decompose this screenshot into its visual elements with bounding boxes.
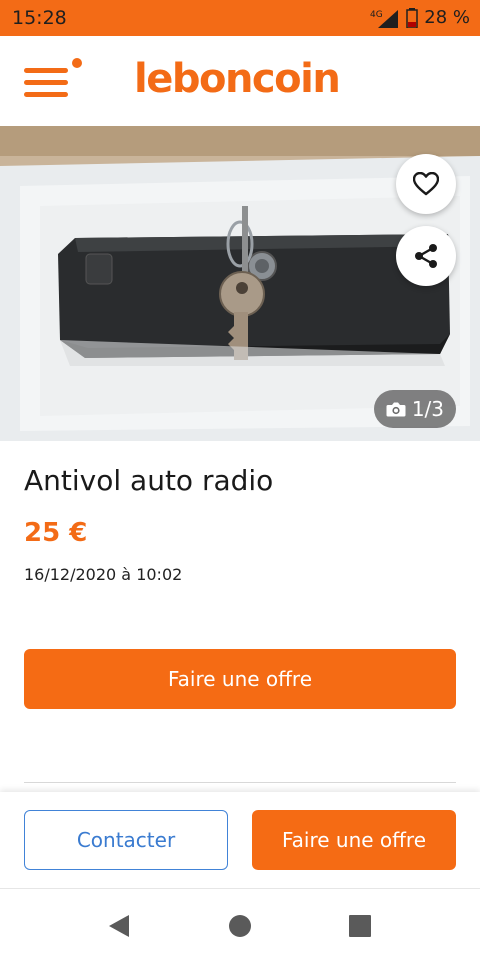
listing-title: Antivol auto radio: [24, 464, 274, 497]
photo-counter: 1/3: [373, 390, 456, 428]
photo-counter-text: 1/3: [411, 397, 444, 421]
system-navigation-bar: [0, 888, 480, 960]
status-indicators: 4G 28 %: [370, 7, 470, 28]
contact-button[interactable]: Contacter: [24, 810, 228, 870]
home-circle-icon[interactable]: [227, 913, 253, 939]
back-triangle-icon[interactable]: [107, 913, 133, 939]
leboncoin-logo[interactable]: leboncoin: [134, 56, 341, 102]
signal-icon: 4G: [370, 8, 400, 28]
battery-percent: 28 %: [424, 7, 470, 28]
share-button[interactable]: [396, 226, 456, 286]
app-header: leboncoin: [0, 36, 480, 126]
hamburger-menu-icon[interactable]: [22, 58, 82, 104]
camera-icon: [386, 402, 406, 417]
make-offer-button[interactable]: Faire une offre: [24, 649, 456, 709]
battery-icon: [406, 7, 419, 28]
notification-dot: [72, 58, 82, 68]
status-bar: 15:28 4G 28 %: [0, 0, 480, 36]
listing-price: 25 €: [24, 518, 88, 548]
svg-text:4G: 4G: [370, 10, 383, 20]
recents-square-icon[interactable]: [347, 913, 373, 939]
share-icon: [415, 244, 437, 268]
status-time: 15:28: [12, 7, 67, 29]
bottom-action-bar: Contacter Faire une offre: [0, 792, 480, 888]
divider: [24, 782, 456, 783]
favorite-button[interactable]: [396, 154, 456, 214]
make-offer-bottom-button[interactable]: Faire une offre: [252, 810, 456, 870]
listing-date: 16/12/2020 à 10:02: [24, 565, 183, 584]
listing-photo-gallery[interactable]: 1/3: [0, 126, 480, 441]
heart-icon: [413, 172, 439, 196]
